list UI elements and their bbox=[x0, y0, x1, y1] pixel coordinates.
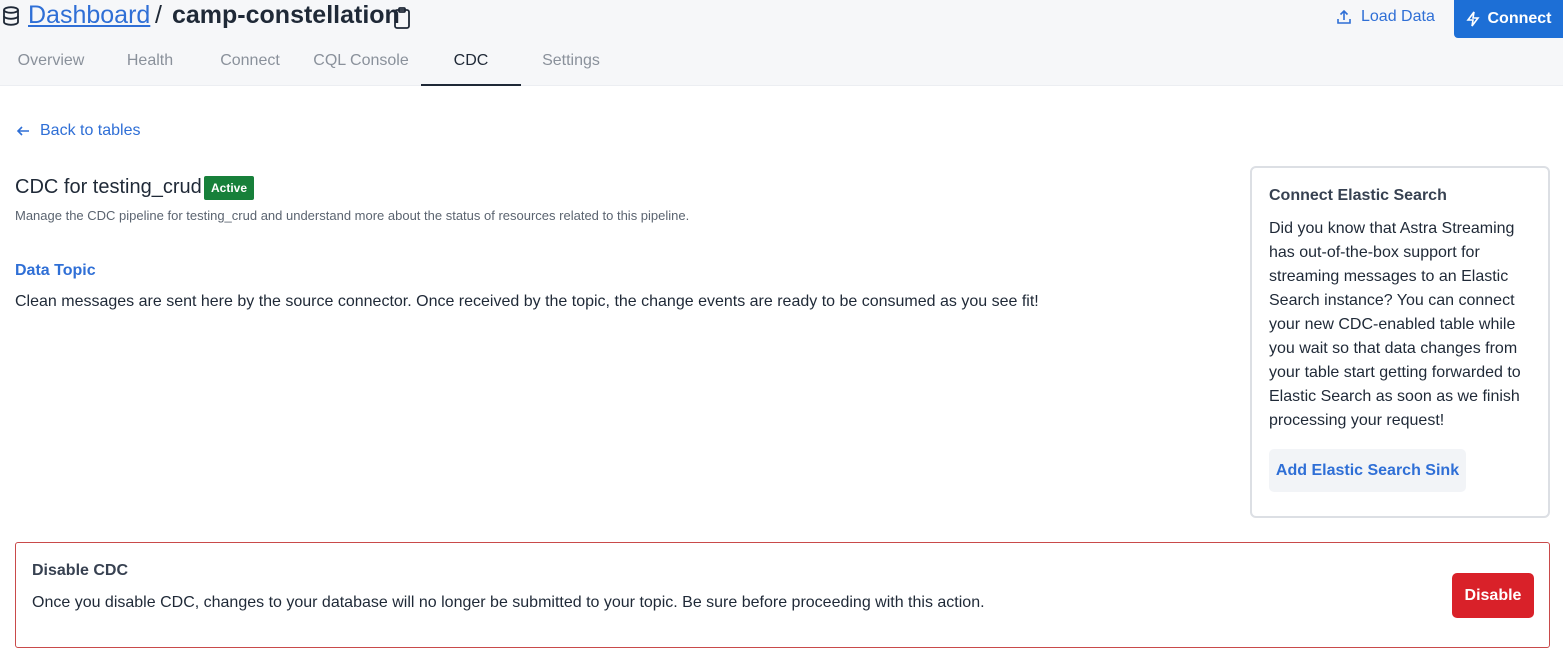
add-elastic-sink-button[interactable]: Add Elastic Search Sink bbox=[1269, 449, 1466, 492]
connect-label: Connect bbox=[1487, 10, 1552, 27]
tab-overview[interactable]: Overview bbox=[16, 44, 86, 86]
breadcrumb-separator: / bbox=[155, 1, 162, 29]
elastic-card-title: Connect Elastic Search bbox=[1269, 187, 1447, 204]
back-to-tables-link[interactable]: Back to tables bbox=[16, 122, 141, 140]
disable-cdc-panel: Disable CDC Once you disable CDC, change… bbox=[15, 542, 1550, 648]
tab-settings[interactable]: Settings bbox=[538, 44, 604, 86]
page-title: CDC for testing_crud bbox=[15, 176, 202, 198]
tab-connect[interactable]: Connect bbox=[218, 44, 282, 86]
database-icon bbox=[3, 6, 19, 26]
back-link-label: Back to tables bbox=[40, 122, 141, 139]
tab-cdc[interactable]: CDC bbox=[421, 44, 521, 86]
disable-button[interactable]: Disable bbox=[1452, 573, 1534, 618]
lightning-icon bbox=[1465, 11, 1480, 27]
upload-icon bbox=[1337, 9, 1351, 24]
load-data-button[interactable]: Load Data bbox=[1336, 4, 1435, 30]
data-topic-description: Clean messages are sent here by the sour… bbox=[15, 293, 1039, 310]
data-topic-heading: Data Topic bbox=[15, 262, 96, 279]
breadcrumb-dashboard-link[interactable]: Dashboard bbox=[28, 1, 150, 30]
disable-cdc-description: Once you disable CDC, changes to your da… bbox=[32, 594, 985, 611]
clipboard-icon[interactable] bbox=[392, 6, 412, 30]
elastic-search-card: Connect Elastic Search Did you know that… bbox=[1250, 166, 1550, 518]
top-bar: Dashboard / camp-constellation Load Data… bbox=[0, 0, 1563, 86]
status-badge: Active bbox=[204, 176, 255, 200]
load-data-label: Load Data bbox=[1361, 8, 1435, 25]
tab-cql-console[interactable]: CQL Console bbox=[311, 44, 411, 86]
database-name: camp-constellation bbox=[172, 1, 400, 29]
elastic-card-body: Did you know that Astra Streaming has ou… bbox=[1269, 220, 1521, 429]
disable-cdc-title: Disable CDC bbox=[32, 562, 129, 579]
connect-button[interactable]: Connect bbox=[1454, 0, 1563, 38]
page-description: Manage the CDC pipeline for testing_crud… bbox=[15, 208, 690, 223]
tab-health[interactable]: Health bbox=[124, 44, 176, 86]
arrow-left-icon bbox=[16, 126, 29, 136]
